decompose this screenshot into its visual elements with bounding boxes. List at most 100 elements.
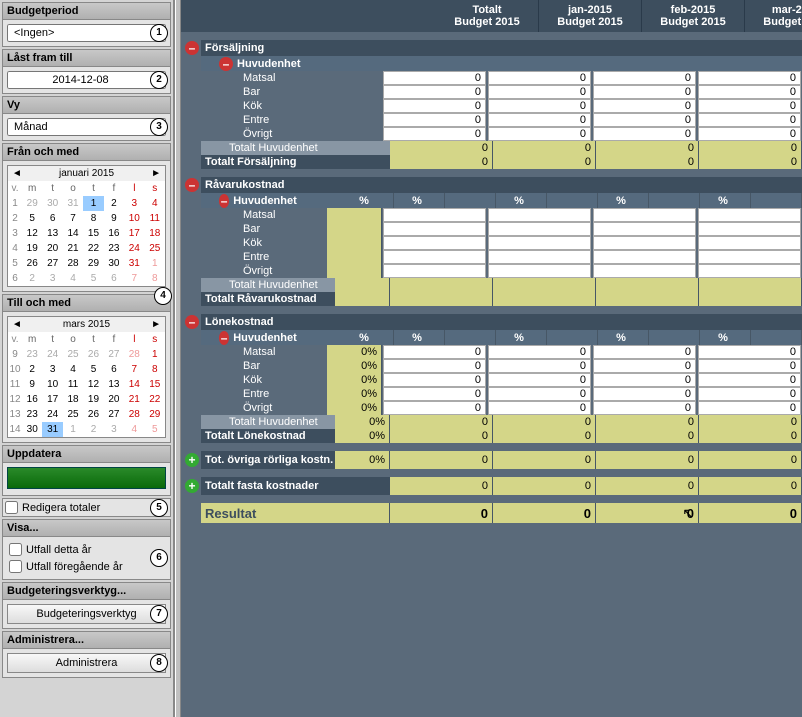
value-cell[interactable] [488,222,591,236]
locked-until-select[interactable]: 2014-12-08 [7,71,166,89]
value-cell[interactable]: 0 [593,85,696,99]
cal-day[interactable]: 4 [63,362,83,377]
cal-day[interactable]: 6 [42,211,62,226]
cal-next[interactable]: ► [151,319,161,330]
cal-day[interactable]: 2 [22,271,42,286]
cal-day[interactable]: 7 [124,271,144,286]
cal-day[interactable]: 2 [83,422,103,437]
value-cell[interactable]: 0 [383,345,486,359]
cal-day[interactable]: 26 [22,256,42,271]
value-cell[interactable]: 0 [698,71,801,85]
edit-totals-checkbox[interactable] [5,501,18,514]
value-cell[interactable] [488,208,591,222]
value-cell[interactable]: 0 [488,113,591,127]
collapse-icon[interactable]: – [219,194,229,208]
cal-day[interactable]: 3 [42,362,62,377]
cal-day[interactable]: 1 [145,256,165,271]
value-cell[interactable]: 0 [593,387,696,401]
value-cell[interactable]: 0 [488,373,591,387]
cal-day[interactable]: 14 [63,226,83,241]
cal-day[interactable]: 5 [22,211,42,226]
cal-day[interactable]: 28 [124,407,144,422]
cal-day[interactable]: 4 [124,422,144,437]
value-cell[interactable]: 0 [383,387,486,401]
cal-day[interactable]: 13 [42,226,62,241]
cal-day[interactable]: 22 [83,241,103,256]
cal-day[interactable]: 3 [124,196,144,211]
cal-day[interactable]: 9 [104,211,124,226]
cal-day[interactable]: 15 [145,377,165,392]
cal-day[interactable]: 3 [104,422,124,437]
cal-day[interactable]: 16 [104,226,124,241]
cal-day[interactable]: 20 [104,392,124,407]
collapse-icon[interactable]: – [219,57,233,71]
value-cell[interactable] [698,222,801,236]
value-cell[interactable]: 0 [593,99,696,113]
value-cell[interactable]: 0 [488,71,591,85]
cal-day[interactable]: 9 [22,377,42,392]
cal-day[interactable]: 12 [22,226,42,241]
cal-day[interactable]: 30 [22,422,42,437]
cal-day[interactable]: 22 [145,392,165,407]
value-cell[interactable]: 0 [383,359,486,373]
cal-day[interactable]: 19 [22,241,42,256]
value-cell[interactable]: 0 [698,359,801,373]
expand-icon[interactable]: + [185,479,199,493]
value-cell[interactable]: 0 [698,373,801,387]
cal-day[interactable]: 11 [63,377,83,392]
cal-day[interactable]: 8 [145,271,165,286]
cal-day[interactable]: 7 [63,211,83,226]
value-cell[interactable]: 0 [488,359,591,373]
cal-day[interactable]: 24 [42,407,62,422]
cal-day[interactable]: 25 [63,407,83,422]
cal-day[interactable]: 20 [42,241,62,256]
value-cell[interactable]: 0 [593,71,696,85]
cal-day[interactable]: 28 [124,347,144,362]
cal-prev[interactable]: ◄ [12,319,22,330]
cal-day[interactable]: 29 [22,196,42,211]
cal-day[interactable]: 12 [83,377,103,392]
value-cell[interactable] [593,264,696,278]
value-cell[interactable]: 0 [383,85,486,99]
value-cell[interactable]: 0 [698,85,801,99]
value-cell[interactable]: 0 [488,85,591,99]
value-cell[interactable]: 0 [488,127,591,141]
cal-day[interactable]: 30 [42,196,62,211]
cal-day[interactable]: 4 [145,196,165,211]
value-cell[interactable] [383,222,486,236]
cal-day[interactable]: 7 [124,362,144,377]
value-cell[interactable] [488,264,591,278]
value-cell[interactable]: 0 [593,359,696,373]
view-select[interactable]: Månad [7,118,166,136]
value-cell[interactable]: 0 [383,71,486,85]
cal-day[interactable]: 27 [104,347,124,362]
value-cell[interactable]: 0 [698,127,801,141]
value-cell[interactable]: 0 [698,99,801,113]
cal-day[interactable]: 10 [124,211,144,226]
cal-day[interactable]: 26 [83,347,103,362]
value-cell[interactable] [383,208,486,222]
collapse-icon[interactable]: – [185,41,199,55]
cal-day[interactable]: 24 [124,241,144,256]
cal-day[interactable]: 23 [22,407,42,422]
show-this-year-checkbox[interactable] [9,543,22,556]
value-cell[interactable]: 0 [488,387,591,401]
value-cell[interactable] [698,208,801,222]
cal-day[interactable]: 17 [42,392,62,407]
cal-day[interactable]: 26 [83,407,103,422]
cal-day[interactable]: 5 [83,271,103,286]
value-cell[interactable] [383,250,486,264]
value-cell[interactable] [698,236,801,250]
cal-day[interactable]: 14 [124,377,144,392]
value-cell[interactable] [698,264,801,278]
cal-day[interactable]: 6 [104,271,124,286]
show-prev-year-checkbox[interactable] [9,560,22,573]
value-cell[interactable] [383,236,486,250]
cal-day[interactable]: 27 [104,407,124,422]
cal-day[interactable]: 30 [104,256,124,271]
cal-day[interactable]: 28 [63,256,83,271]
cal-day[interactable]: 21 [124,392,144,407]
cal-day[interactable]: 1 [145,347,165,362]
cal-day[interactable]: 23 [104,241,124,256]
value-cell[interactable]: 0 [383,113,486,127]
